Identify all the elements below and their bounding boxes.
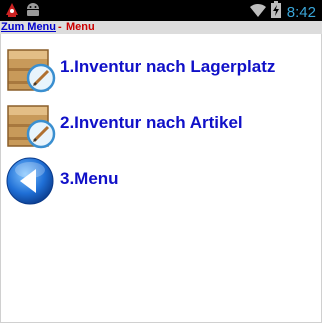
battery-charging-icon: [270, 1, 281, 23]
menu-item-label: 3.Menu: [60, 169, 119, 188]
menu-item-inventory-by-article[interactable]: 2.Inventur nach Artikel: [0, 100, 322, 150]
menu-item-label: 2.Inventur nach Artikel: [60, 113, 243, 132]
wifi-icon: [249, 2, 267, 23]
back-to-menu-link[interactable]: Zum Menu: [1, 21, 56, 34]
back-arrow-icon: [5, 156, 57, 208]
menu-item-back-to-menu[interactable]: 3.Menu: [0, 156, 322, 206]
clock: 8:42: [286, 3, 316, 21]
alert-icon: [5, 2, 19, 23]
android-icon: [25, 2, 41, 23]
status-bar: 8:42: [0, 0, 322, 21]
breadcrumb: Zum Menu - Menu: [0, 21, 322, 34]
box-edit-icon: [5, 100, 57, 152]
breadcrumb-separator: -: [58, 21, 62, 33]
box-edit-icon: [5, 44, 57, 96]
breadcrumb-current: Menu: [66, 21, 95, 33]
menu-item-label: 1.Inventur nach Lagerplatz: [60, 57, 276, 76]
menu-item-inventory-by-location[interactable]: 1.Inventur nach Lagerplatz: [0, 44, 322, 94]
